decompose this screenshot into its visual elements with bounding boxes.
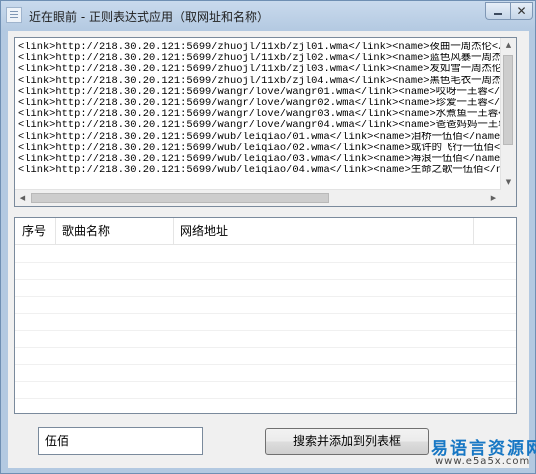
- main-window: 近在眼前 - 正则表达式应用（取网址和名称） ✕ <link>http://21…: [0, 0, 536, 474]
- grid-line: [15, 313, 516, 314]
- minimize-button[interactable]: [485, 2, 510, 20]
- source-line: <link>http://218.30.20.121:5699/wangr/lo…: [18, 98, 501, 110]
- watermark-url: www.e5a5x.com: [435, 456, 531, 467]
- app-icon: [6, 7, 22, 23]
- source-line: <link>http://218.30.20.121:5699/zhuojl/1…: [18, 42, 501, 53]
- source-line: <link>http://218.30.20.121:5699/wub/leiq…: [18, 165, 501, 177]
- scroll-up-icon[interactable]: ▲: [501, 38, 516, 53]
- search-add-button[interactable]: 搜索并添加到列表框: [265, 428, 429, 455]
- close-icon: ✕: [516, 4, 527, 18]
- list-header: 序号 歌曲名称 网络地址: [15, 218, 516, 245]
- grid-line: [15, 262, 516, 263]
- source-line: <link>http://218.30.20.121:5699/wub/leiq…: [18, 131, 501, 143]
- source-line: <link>http://218.30.20.121:5699/wub/leiq…: [18, 142, 501, 154]
- column-divider[interactable]: [473, 218, 474, 244]
- grid-line: [15, 364, 516, 365]
- source-line: <link>http://218.30.20.121:5699/wangr/lo…: [18, 109, 501, 121]
- grid-line: [15, 296, 516, 297]
- scroll-down-icon[interactable]: ▼: [501, 175, 516, 190]
- column-header-song-name[interactable]: 歌曲名称: [55, 218, 173, 244]
- source-line: <link>http://218.30.20.121:5699/wangr/lo…: [18, 86, 501, 98]
- title-bar[interactable]: 近在眼前 - 正则表达式应用（取网址和名称） ✕: [1, 1, 535, 31]
- horizontal-scrollbar[interactable]: ◀ ▶: [15, 189, 501, 206]
- horizontal-scroll-thumb[interactable]: [31, 193, 329, 203]
- source-line: <link>http://218.30.20.121:5699/wub/leiq…: [18, 154, 501, 166]
- source-line: <link>http://218.30.20.121:5699/wangr/lo…: [18, 120, 501, 132]
- grid-line: [15, 330, 516, 331]
- source-text-content[interactable]: <link>http://218.30.20.121:5699/zhuojl/1…: [18, 42, 501, 176]
- source-line: <link>http://218.30.20.121:5699/zhuojl/1…: [18, 75, 501, 87]
- source-line: <link>http://218.30.20.121:5699/zhuojl/1…: [18, 64, 501, 76]
- grid-line: [15, 347, 516, 348]
- close-button[interactable]: ✕: [510, 2, 533, 20]
- scrollbar-corner: [500, 190, 516, 206]
- column-header-url[interactable]: 网络地址: [173, 218, 473, 244]
- search-input[interactable]: 伍佰: [38, 427, 203, 455]
- grid-line: [15, 398, 516, 399]
- source-text-area[interactable]: <link>http://218.30.20.121:5699/zhuojl/1…: [14, 37, 517, 207]
- column-header-index[interactable]: 序号: [15, 218, 55, 244]
- grid-line: [15, 381, 516, 382]
- source-line: <link>http://218.30.20.121:5699/zhuojl/1…: [18, 53, 501, 65]
- client-area: <link>http://218.30.20.121:5699/zhuojl/1…: [8, 31, 536, 468]
- vertical-scrollbar[interactable]: ▲ ▼: [500, 38, 516, 190]
- scroll-right-icon[interactable]: ▶: [486, 190, 501, 206]
- song-list-view[interactable]: 序号 歌曲名称 网络地址: [14, 217, 517, 414]
- window-title: 近在眼前 - 正则表达式应用（取网址和名称）: [29, 10, 269, 24]
- scroll-left-icon[interactable]: ◀: [15, 190, 30, 206]
- vertical-scroll-thumb[interactable]: [503, 55, 513, 145]
- grid-line: [15, 279, 516, 280]
